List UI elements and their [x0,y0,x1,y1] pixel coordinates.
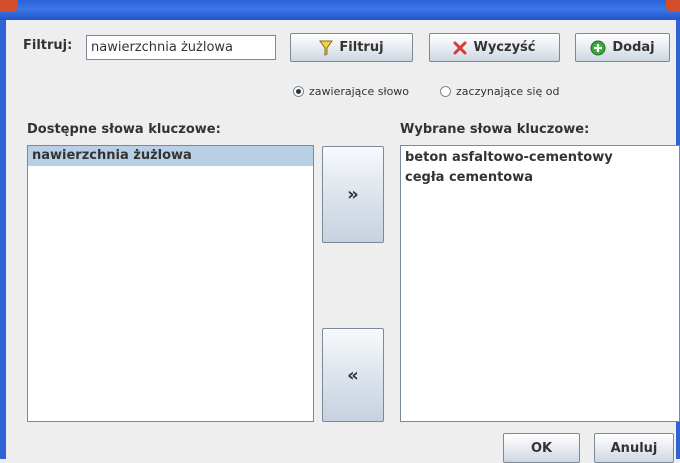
filter-button[interactable]: Filtruj [290,33,413,62]
clear-button-label: Wyczyść [473,40,536,55]
double-chevron-right-icon: » [347,184,359,205]
filter-input[interactable]: nawierzchnia żużlowa [86,35,276,60]
move-right-button[interactable]: » [322,146,384,243]
selected-list[interactable]: beton asfaltowo-cementowy cegła cementow… [400,145,680,422]
radio-contains-label: zawierające słowo [309,85,410,98]
radio-starts-with-label: zaczynające się od [456,85,560,98]
list-item[interactable]: cegła cementowa [401,168,679,188]
add-button-label: Dodaj [612,40,655,55]
radio-contains[interactable]: zawierające słowo [293,85,409,98]
cancel-button-label: Anuluj [610,440,658,456]
list-item[interactable]: beton asfaltowo-cementowy [401,146,679,168]
filter-label: Filtruj: [23,38,73,53]
radio-starts-with-indicator[interactable] [440,86,451,97]
filter-button-label: Filtruj [339,40,384,55]
clear-button[interactable]: Wyczyść [429,33,560,62]
close-window-icon[interactable] [666,0,680,12]
funnel-icon [319,40,334,56]
list-item[interactable]: nawierzchnia żużlowa [28,146,313,166]
radio-starts-with[interactable]: zaczynające się od [440,85,559,98]
double-chevron-left-icon: « [347,364,359,386]
selected-heading: Wybrane słowa kluczowe: [400,122,590,137]
move-left-button[interactable]: « [322,328,384,422]
clear-x-icon [453,41,467,55]
available-heading: Dostępne słowa kluczowe: [27,122,221,137]
plus-circle-icon [590,40,606,56]
add-button[interactable]: Dodaj [575,33,670,62]
window-titlebar [0,0,680,20]
available-list[interactable]: nawierzchnia żużlowa [27,145,314,422]
window-frame-left [0,20,6,459]
ok-button-label: OK [530,440,553,456]
radio-contains-indicator[interactable] [293,86,304,97]
window-icon [0,0,18,12]
